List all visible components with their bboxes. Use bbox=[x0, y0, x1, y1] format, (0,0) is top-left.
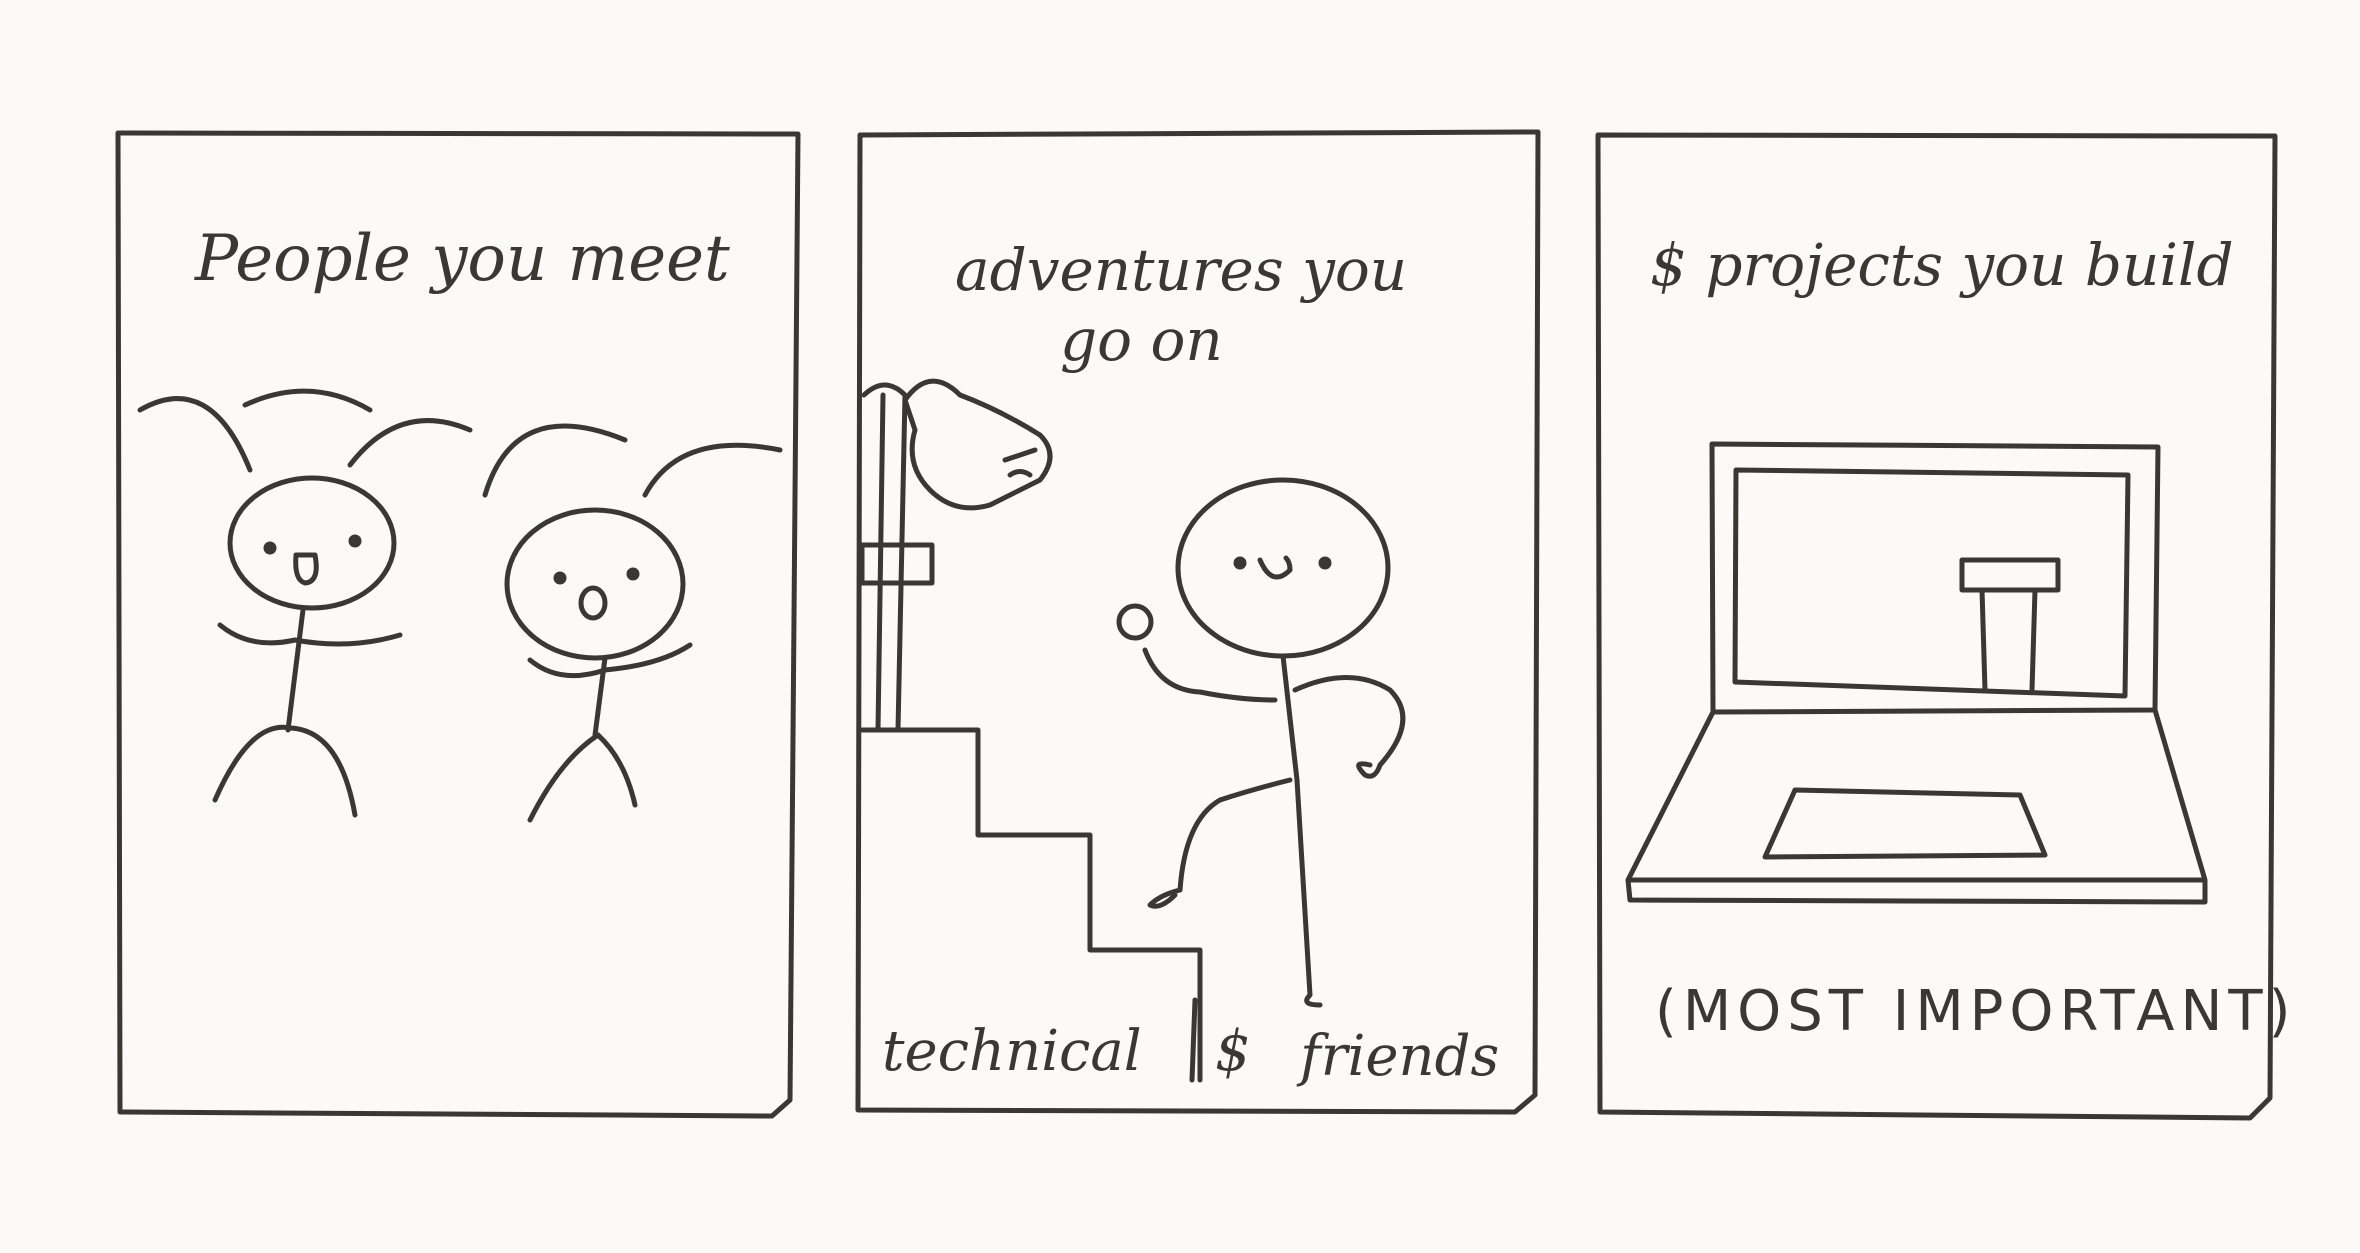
panel-2-caption-line2: go on bbox=[1060, 306, 1223, 374]
divider-line bbox=[1189, 997, 1198, 1083]
laptop-screen bbox=[1732, 467, 2131, 699]
comic-strip: People you meet adventures you go on tec… bbox=[0, 0, 2360, 1249]
motion-lines bbox=[137, 388, 783, 498]
panel-3-note: (MOST IMPORTANT) bbox=[1655, 979, 2296, 1044]
head bbox=[504, 507, 686, 661]
stick-figure-left bbox=[212, 475, 403, 818]
head bbox=[1175, 477, 1391, 659]
comic-canvas: People you meet adventures you go on tec… bbox=[115, 129, 2296, 1121]
hanging-object bbox=[859, 378, 1053, 733]
head bbox=[227, 475, 397, 611]
panel-projects: $ projects you build (MOST IMPORTANT) bbox=[1595, 132, 2296, 1121]
panel-adventures: adventures you go on technical $ friends bbox=[855, 129, 1541, 1115]
label-friends: friends bbox=[1296, 1024, 1499, 1089]
panel-2-caption-line1: adventures you bbox=[955, 236, 1407, 304]
label-technical: technical bbox=[882, 1019, 1142, 1084]
pipe-icon bbox=[1959, 557, 2061, 693]
panel-1-caption: People you meet bbox=[194, 222, 730, 296]
stick-figure-right bbox=[504, 507, 693, 823]
trackpad bbox=[1762, 787, 2048, 860]
panel-people: People you meet bbox=[115, 130, 801, 1119]
panel-3-caption: $ projects you build bbox=[1650, 231, 2234, 299]
label-ampersand: $ bbox=[1215, 1019, 1251, 1084]
laptop-base bbox=[1625, 707, 2208, 905]
laptop-illustration bbox=[1625, 441, 2208, 905]
stick-figure-walking bbox=[1116, 477, 1406, 1008]
laptop-lid bbox=[1709, 441, 2161, 715]
